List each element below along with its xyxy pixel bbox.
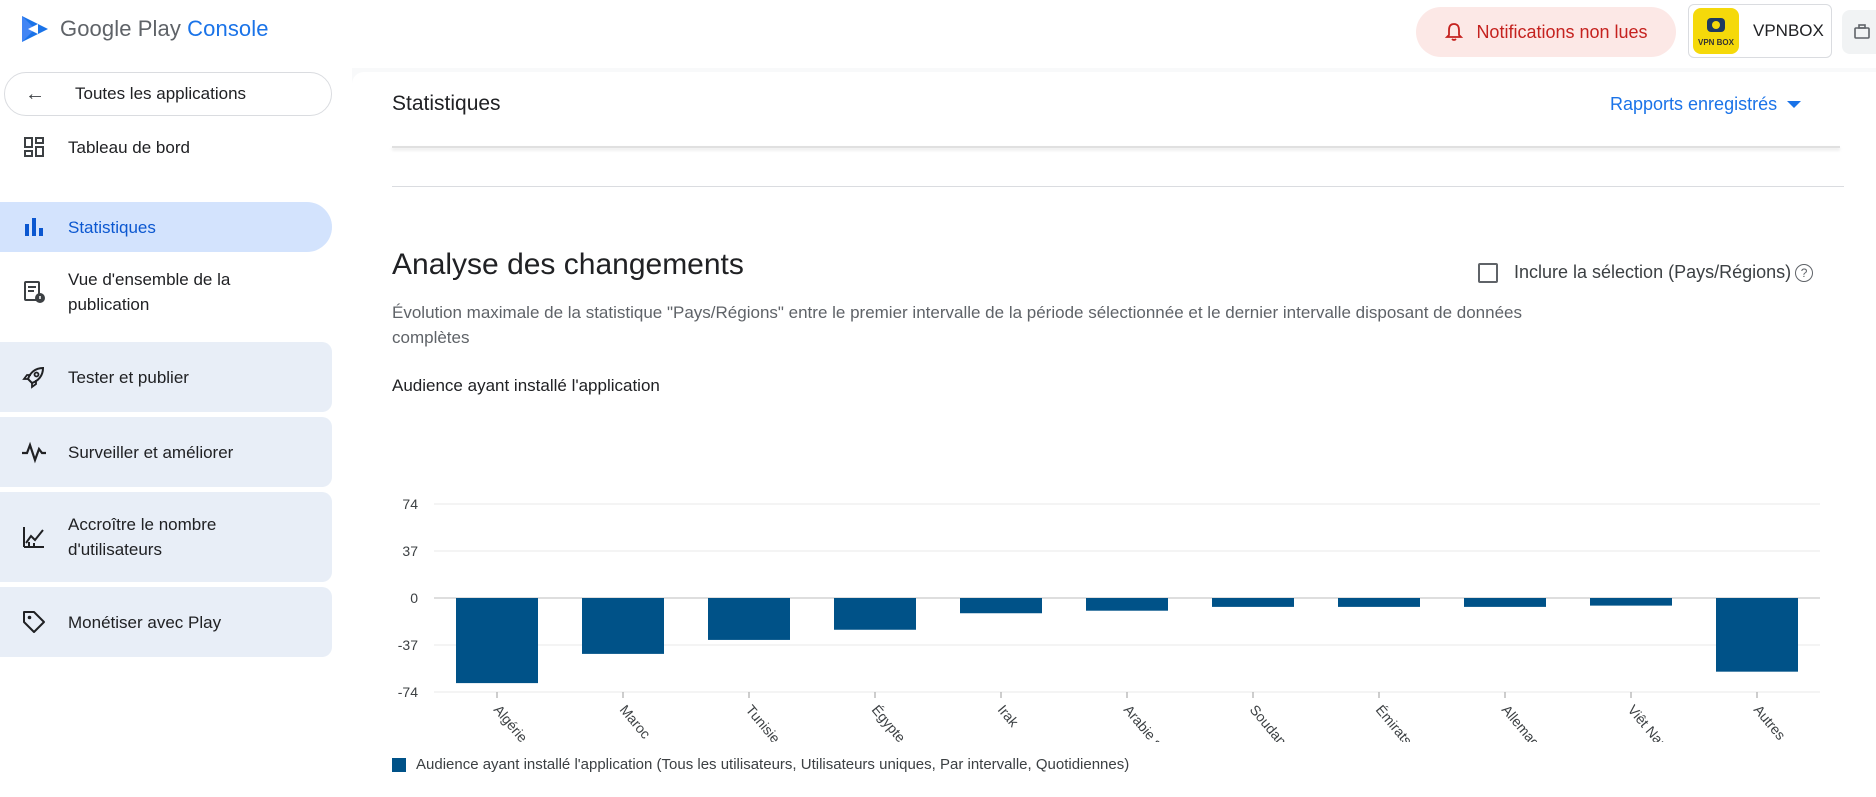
unread-notifications-button[interactable]: Notifications non lues: [1416, 7, 1676, 57]
app-icon-text: VPN BOX: [1697, 37, 1734, 47]
tag-icon: [20, 608, 48, 636]
all-apps-back-button[interactable]: ← Toutes les applications: [4, 72, 332, 116]
y-tick-label: 74: [402, 496, 418, 512]
x-tick-label: Maroc: [617, 702, 654, 742]
sidebar-item-label: Tableau de bord: [68, 137, 190, 157]
sidebar-item-monetize[interactable]: Monétiser avec Play: [0, 587, 332, 657]
section-divider: [392, 186, 1844, 187]
growth-icon: [20, 523, 48, 551]
bar: [1086, 598, 1168, 611]
section-title: Analyse des changements: [392, 248, 744, 281]
saved-reports-dropdown[interactable]: Rapports enregistrés: [1610, 94, 1802, 115]
include-selection-label: Inclure la sélection (Pays/Régions): [1514, 262, 1792, 282]
account-app-name: VPNBOX: [1753, 21, 1824, 40]
sidebar-item-label: Statistiques: [68, 217, 156, 237]
statistics-card: Statistiques Rapports enregistrés Analys…: [352, 72, 1876, 797]
briefcase-icon: [1854, 24, 1870, 39]
bar: [1464, 598, 1546, 607]
include-selection-checkbox[interactable]: [1478, 262, 1498, 283]
logo-product: Console: [187, 16, 269, 41]
vpn-box-logo-icon: [1707, 17, 1725, 32]
sidebar-item-label: Tester et publier: [68, 367, 189, 387]
y-tick-label: 0: [410, 590, 418, 606]
play-logo-icon: [22, 16, 48, 42]
x-tick-label: Viêt Nam: [1625, 702, 1674, 742]
legend-label: Audience ayant installé l'application (T…: [416, 756, 1130, 773]
bar: [708, 598, 790, 640]
top-bar: Google Play Console Notifications non lu…: [0, 0, 1876, 68]
page-title: Statistiques: [392, 92, 501, 115]
legend-swatch: [392, 757, 406, 772]
pulse-icon: [20, 438, 48, 466]
include-selection-toggle[interactable]: Inclure la sélection (Pays/Régions) ?: [1478, 262, 1814, 283]
sidebar-item-grow-users[interactable]: Accroître le nombre d'utilisateurs: [0, 492, 332, 582]
logo-text: Google Play Console: [60, 16, 269, 42]
main-area: Statistiques Rapports enregistrés Analys…: [352, 68, 1876, 797]
sidebar-item-label: Vue d'ensemble de la publication: [68, 270, 231, 314]
section-description: Évolution maximale de la statistique "Pa…: [392, 303, 1522, 347]
rocket-icon: [20, 363, 48, 391]
bar: [1338, 598, 1420, 607]
side-panel-button[interactable]: [1842, 10, 1876, 54]
x-tick-label: Autres: [1751, 702, 1789, 742]
account-switcher[interactable]: VPN BOX VPNBOX: [1688, 4, 1832, 58]
bar: [960, 598, 1042, 614]
notifications-label: Notifications non lues: [1476, 21, 1648, 42]
chart-legend: Audience ayant installé l'application (T…: [392, 756, 1129, 773]
sidebar-item-statistics[interactable]: Statistiques: [0, 202, 332, 252]
x-tick-label: Allemagne: [1499, 702, 1554, 742]
bar: [1212, 598, 1294, 607]
dashboard-icon: [20, 133, 48, 161]
back-label: Toutes les applications: [75, 84, 247, 103]
sidebar-item-test-and-release[interactable]: Tester et publier: [0, 342, 332, 412]
bar: [456, 598, 538, 684]
sidebar-item-label: Monétiser avec Play: [68, 612, 222, 632]
bar: [582, 598, 664, 654]
sidebar-item-monitor-and-improve[interactable]: Surveiller et améliorer: [0, 417, 332, 487]
sidebar: ← Toutes les applications Tableau de bor…: [0, 68, 352, 793]
y-tick-label: -74: [398, 684, 418, 700]
play-console-logo[interactable]: Google Play Console: [20, 14, 269, 44]
bar: [1716, 598, 1798, 672]
x-tick-label: Arabie saoudite: [1121, 702, 1196, 742]
bar-chart-icon: [20, 213, 48, 241]
x-tick-label: Égypte: [869, 702, 909, 742]
dropdown-caret-icon: [1787, 101, 1802, 108]
chart-title: Audience ayant installé l'application: [392, 376, 660, 395]
x-tick-label: Tunisie: [743, 702, 784, 742]
x-tick-label: Algérie: [491, 702, 531, 742]
sidebar-item-label: Surveiller et améliorer: [68, 442, 234, 462]
publication-overview-icon: [20, 278, 48, 306]
saved-reports-label: Rapports enregistrés: [1610, 94, 1778, 114]
header-separator: [392, 146, 1840, 148]
sidebar-item-dashboard[interactable]: Tableau de bord: [0, 132, 332, 162]
y-tick-label: -37: [398, 637, 418, 653]
help-icon[interactable]: ?: [1795, 263, 1814, 282]
change-analysis-bar-chart: 74 37 0 -37 -74 Algérie Maroc Tunisie Égypte Irak…: [398, 496, 1820, 742]
app-icon: VPN BOX: [1693, 8, 1739, 54]
x-tick-label: Émirats arabes ...: [1373, 702, 1456, 742]
sidebar-item-publication-overview[interactable]: Vue d'ensemble de la publication: [0, 262, 332, 322]
sidebar-item-label: Accroître le nombre d'utilisateurs: [68, 515, 217, 559]
x-tick-label: Irak: [995, 702, 1023, 731]
back-arrow-icon: ←: [25, 82, 45, 105]
y-tick-label: 37: [402, 543, 418, 559]
bell-alert-icon: [1445, 23, 1464, 41]
x-tick-label: Soudan: [1247, 702, 1290, 742]
bar: [834, 598, 916, 630]
logo-brand: Google Play: [60, 16, 181, 41]
bar: [1590, 598, 1672, 606]
